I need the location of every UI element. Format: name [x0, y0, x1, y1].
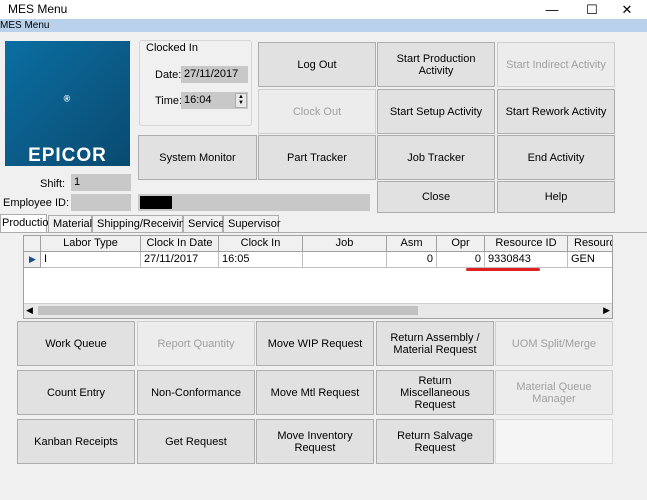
- row-pointer-icon: ▶: [29, 254, 36, 264]
- return-salvage-request-button[interactable]: Return Salvage Request: [376, 419, 494, 464]
- return-assembly-button[interactable]: Return Assembly / Material Request: [376, 321, 494, 366]
- uom-split-merge-button[interactable]: UOM Split/Merge: [495, 321, 613, 366]
- move-inventory-request-button[interactable]: Move Inventory Request: [256, 419, 374, 464]
- scroll-thumb[interactable]: [38, 306, 418, 315]
- close-window-button[interactable]: ✕: [607, 0, 647, 19]
- col-header-opr[interactable]: Opr: [437, 236, 485, 252]
- resource-id-highlight: [466, 268, 540, 271]
- work-queue-button[interactable]: Work Queue: [17, 321, 135, 366]
- return-miscellaneous-button[interactable]: Return Miscellaneous Request: [376, 370, 494, 415]
- report-quantity-button[interactable]: Report Quantity: [137, 321, 255, 366]
- material-queue-manager-button[interactable]: Material Queue Manager: [495, 370, 613, 415]
- tab-material[interactable]: Material: [48, 215, 92, 232]
- end-activity-button[interactable]: End Activity: [497, 135, 615, 180]
- col-header-resource-id[interactable]: Resource ID: [485, 236, 568, 252]
- job-tracker-button[interactable]: Job Tracker: [377, 135, 495, 180]
- help-button[interactable]: Help: [497, 181, 615, 213]
- menu-bar-label[interactable]: MES Menu: [0, 19, 49, 32]
- move-mtl-request-button[interactable]: Move Mtl Request: [256, 370, 374, 415]
- tab-shipping-receiving[interactable]: Shipping/Receiving: [92, 215, 191, 232]
- time-value: 16:04: [184, 94, 212, 106]
- employee-name-field[interactable]: [138, 194, 370, 211]
- shift-field[interactable]: 1: [71, 174, 131, 191]
- epicor-logo: EPICOR ®: [5, 41, 130, 166]
- minimize-button[interactable]: —: [532, 0, 572, 19]
- clock-out-button[interactable]: Clock Out: [258, 89, 376, 134]
- cell-opr[interactable]: 0: [437, 252, 485, 268]
- date-field[interactable]: 27/11/2017: [181, 66, 248, 83]
- start-rework-button[interactable]: Start Rework Activity: [497, 89, 615, 134]
- move-wip-request-button[interactable]: Move WIP Request: [256, 321, 374, 366]
- logo-mark: ®: [63, 93, 72, 104]
- tab-production[interactable]: Production: [0, 214, 55, 232]
- get-request-button[interactable]: Get Request: [137, 419, 255, 464]
- col-header-clock-in-date[interactable]: Clock In Date: [141, 236, 219, 252]
- tab-strip: Production Material Shipping/Receiving S…: [0, 214, 281, 232]
- time-field[interactable]: 16:04 ▲ ▼: [181, 92, 248, 109]
- redaction-block: [140, 196, 172, 209]
- tab-service[interactable]: Service: [183, 215, 225, 232]
- maximize-button[interactable]: ☐: [572, 0, 612, 19]
- employee-id-label: Employee ID:: [3, 197, 70, 209]
- close-button[interactable]: Close: [377, 181, 495, 213]
- cell-clock-in-date[interactable]: 27/11/2017: [141, 252, 219, 268]
- grid-corner: [24, 236, 41, 252]
- window-titlebar: MES Menu — ☐ ✕: [0, 0, 647, 19]
- cell-job[interactable]: [303, 252, 387, 268]
- cell-resource-group[interactable]: GEN: [568, 252, 612, 268]
- shift-label: Shift:: [40, 178, 66, 190]
- date-label: Date:: [155, 69, 182, 81]
- row-selector[interactable]: ▶: [24, 252, 41, 268]
- cell-resource-id[interactable]: 9330843: [485, 252, 568, 268]
- scroll-left-icon[interactable]: ◀: [26, 304, 33, 317]
- empty-button-slot: [495, 419, 613, 464]
- time-spinner[interactable]: ▲ ▼: [235, 93, 247, 108]
- employee-id-field[interactable]: [71, 194, 131, 211]
- cell-clock-in[interactable]: 16:05: [219, 252, 303, 268]
- col-header-labor-type[interactable]: Labor Type: [41, 236, 141, 252]
- tab-supervisor[interactable]: Supervisor: [223, 215, 281, 232]
- kanban-receipts-button[interactable]: Kanban Receipts: [17, 419, 135, 464]
- cell-labor-type[interactable]: I: [41, 252, 141, 268]
- non-conformance-button[interactable]: Non-Conformance: [137, 370, 255, 415]
- system-monitor-button[interactable]: System Monitor: [138, 135, 257, 180]
- grid-horizontal-scrollbar[interactable]: ◀ ▶: [24, 303, 612, 318]
- window-title: MES Menu: [8, 2, 68, 16]
- scroll-right-icon[interactable]: ▶: [603, 304, 610, 317]
- col-header-job[interactable]: Job: [303, 236, 387, 252]
- col-header-resource-group[interactable]: Resource Grou: [568, 236, 612, 252]
- spin-down-icon[interactable]: ▼: [236, 100, 246, 106]
- col-header-clock-in[interactable]: Clock In: [219, 236, 303, 252]
- menu-bar: MES Menu: [0, 19, 647, 32]
- start-production-button[interactable]: Start Production Activity: [377, 42, 495, 87]
- start-setup-button[interactable]: Start Setup Activity: [377, 89, 495, 134]
- col-header-asm[interactable]: Asm: [387, 236, 437, 252]
- time-label: Time:: [155, 95, 183, 107]
- labor-grid[interactable]: Labor Type Clock In Date Clock In Job As…: [23, 235, 613, 319]
- start-indirect-button[interactable]: Start Indirect Activity: [497, 42, 615, 87]
- logo-text: EPICOR: [28, 145, 107, 166]
- part-tracker-button[interactable]: Part Tracker: [258, 135, 376, 180]
- tab-panel-border: [0, 232, 647, 233]
- cell-asm[interactable]: 0: [387, 252, 437, 268]
- log-out-button[interactable]: Log Out: [258, 42, 376, 87]
- count-entry-button[interactable]: Count Entry: [17, 370, 135, 415]
- clocked-in-title: Clocked In: [145, 42, 199, 54]
